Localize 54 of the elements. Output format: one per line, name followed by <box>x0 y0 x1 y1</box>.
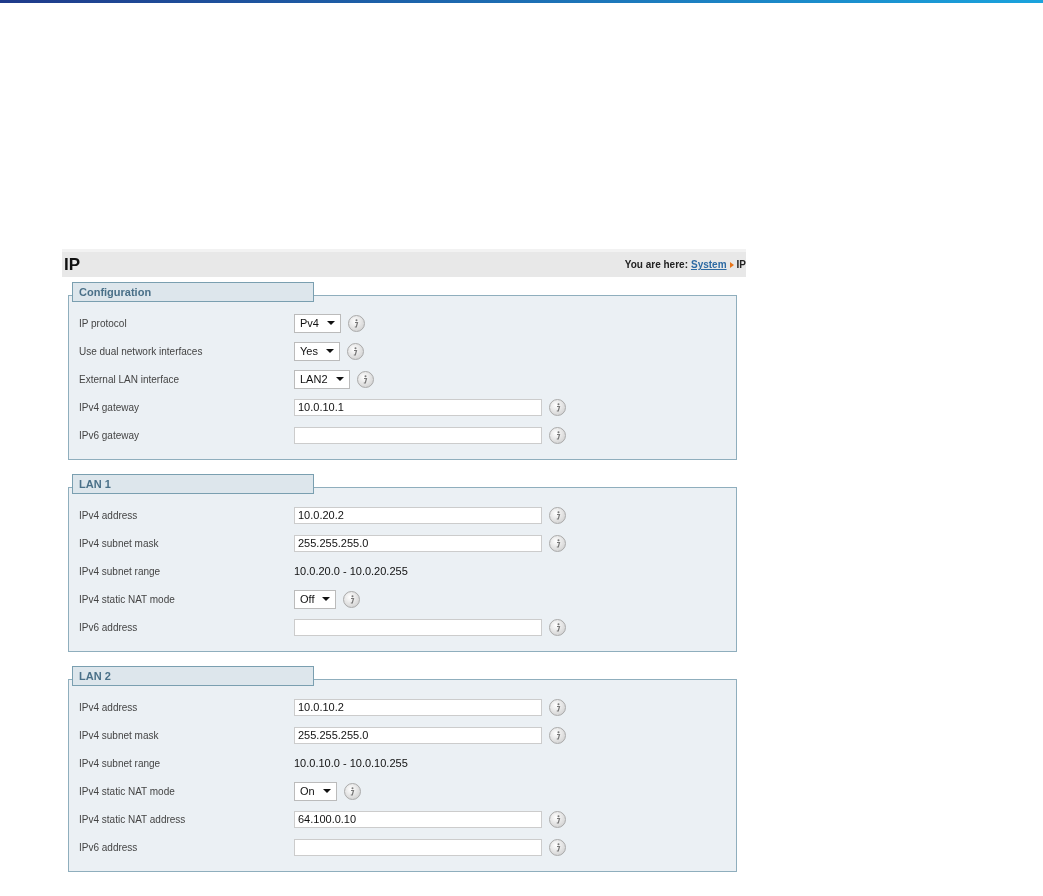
input-field[interactable] <box>294 426 542 444</box>
field-label: IPv4 gateway <box>79 401 141 413</box>
dropdown[interactable]: LAN2 <box>294 369 350 389</box>
field-label: IPv4 subnet mask <box>79 729 160 741</box>
field-label: External LAN interface <box>79 373 181 385</box>
field-label: IPv6 address <box>79 621 139 633</box>
input-field[interactable]: 10.0.20.2 <box>294 506 542 524</box>
field-label: IPv6 address <box>79 841 139 853</box>
section-title: LAN 2 <box>72 666 314 686</box>
info-icon[interactable] <box>549 506 566 524</box>
field-label: Use dual network interfaces <box>79 345 204 357</box>
input-field[interactable]: 255.255.255.0 <box>294 534 542 552</box>
dropdown[interactable]: Off <box>294 589 337 609</box>
info-icon[interactable] <box>356 370 374 388</box>
page-title: IP <box>64 254 81 275</box>
input-field[interactable] <box>294 838 542 856</box>
info-icon[interactable] <box>347 314 365 332</box>
field-label: IPv4 subnet range <box>79 565 162 577</box>
info-icon[interactable] <box>549 810 566 828</box>
dropdown[interactable]: Yes <box>294 341 340 361</box>
info-icon[interactable] <box>346 342 364 360</box>
field-label: IP protocol <box>79 317 128 329</box>
breadcrumb-current: IP <box>736 259 746 270</box>
field-label: IPv6 gateway <box>79 429 141 441</box>
field-label: IPv4 address <box>79 509 139 521</box>
field-label: IPv4 static NAT address <box>79 813 187 825</box>
input-field[interactable] <box>294 618 542 636</box>
section-title: Configuration <box>72 282 314 302</box>
info-icon[interactable] <box>343 590 361 608</box>
breadcrumb-link[interactable]: System <box>690 259 727 270</box>
info-icon[interactable] <box>549 426 566 444</box>
field-label: IPv4 static NAT mode <box>79 785 176 797</box>
input-field[interactable]: 10.0.10.1 <box>294 398 542 416</box>
dropdown[interactable]: On <box>294 781 337 801</box>
info-icon[interactable] <box>549 838 566 856</box>
breadcrumb-label: You are here: <box>624 259 688 270</box>
field-label: IPv4 subnet mask <box>79 537 160 549</box>
info-icon[interactable] <box>549 618 566 636</box>
field-label: IPv4 static NAT mode <box>79 593 176 605</box>
info-icon[interactable] <box>549 534 566 552</box>
field-value: 10.0.20.0 - 10.0.20.255 <box>294 565 408 577</box>
field-label: IPv4 address <box>79 701 139 713</box>
field-label: IPv4 subnet range <box>79 757 162 769</box>
info-icon[interactable] <box>549 726 566 744</box>
input-field[interactable]: 64.100.0.10 <box>294 810 542 828</box>
input-field[interactable]: 255.255.255.0 <box>294 726 542 744</box>
info-icon[interactable] <box>549 698 566 716</box>
section-title: LAN 1 <box>72 474 314 494</box>
input-field[interactable]: 10.0.10.2 <box>294 698 542 716</box>
info-icon[interactable] <box>549 398 566 416</box>
field-value: 10.0.10.0 - 10.0.10.255 <box>294 757 408 769</box>
breadcrumb-arrow-icon <box>729 261 734 268</box>
info-icon[interactable] <box>343 782 361 800</box>
dropdown[interactable]: Pv4 <box>294 313 341 333</box>
